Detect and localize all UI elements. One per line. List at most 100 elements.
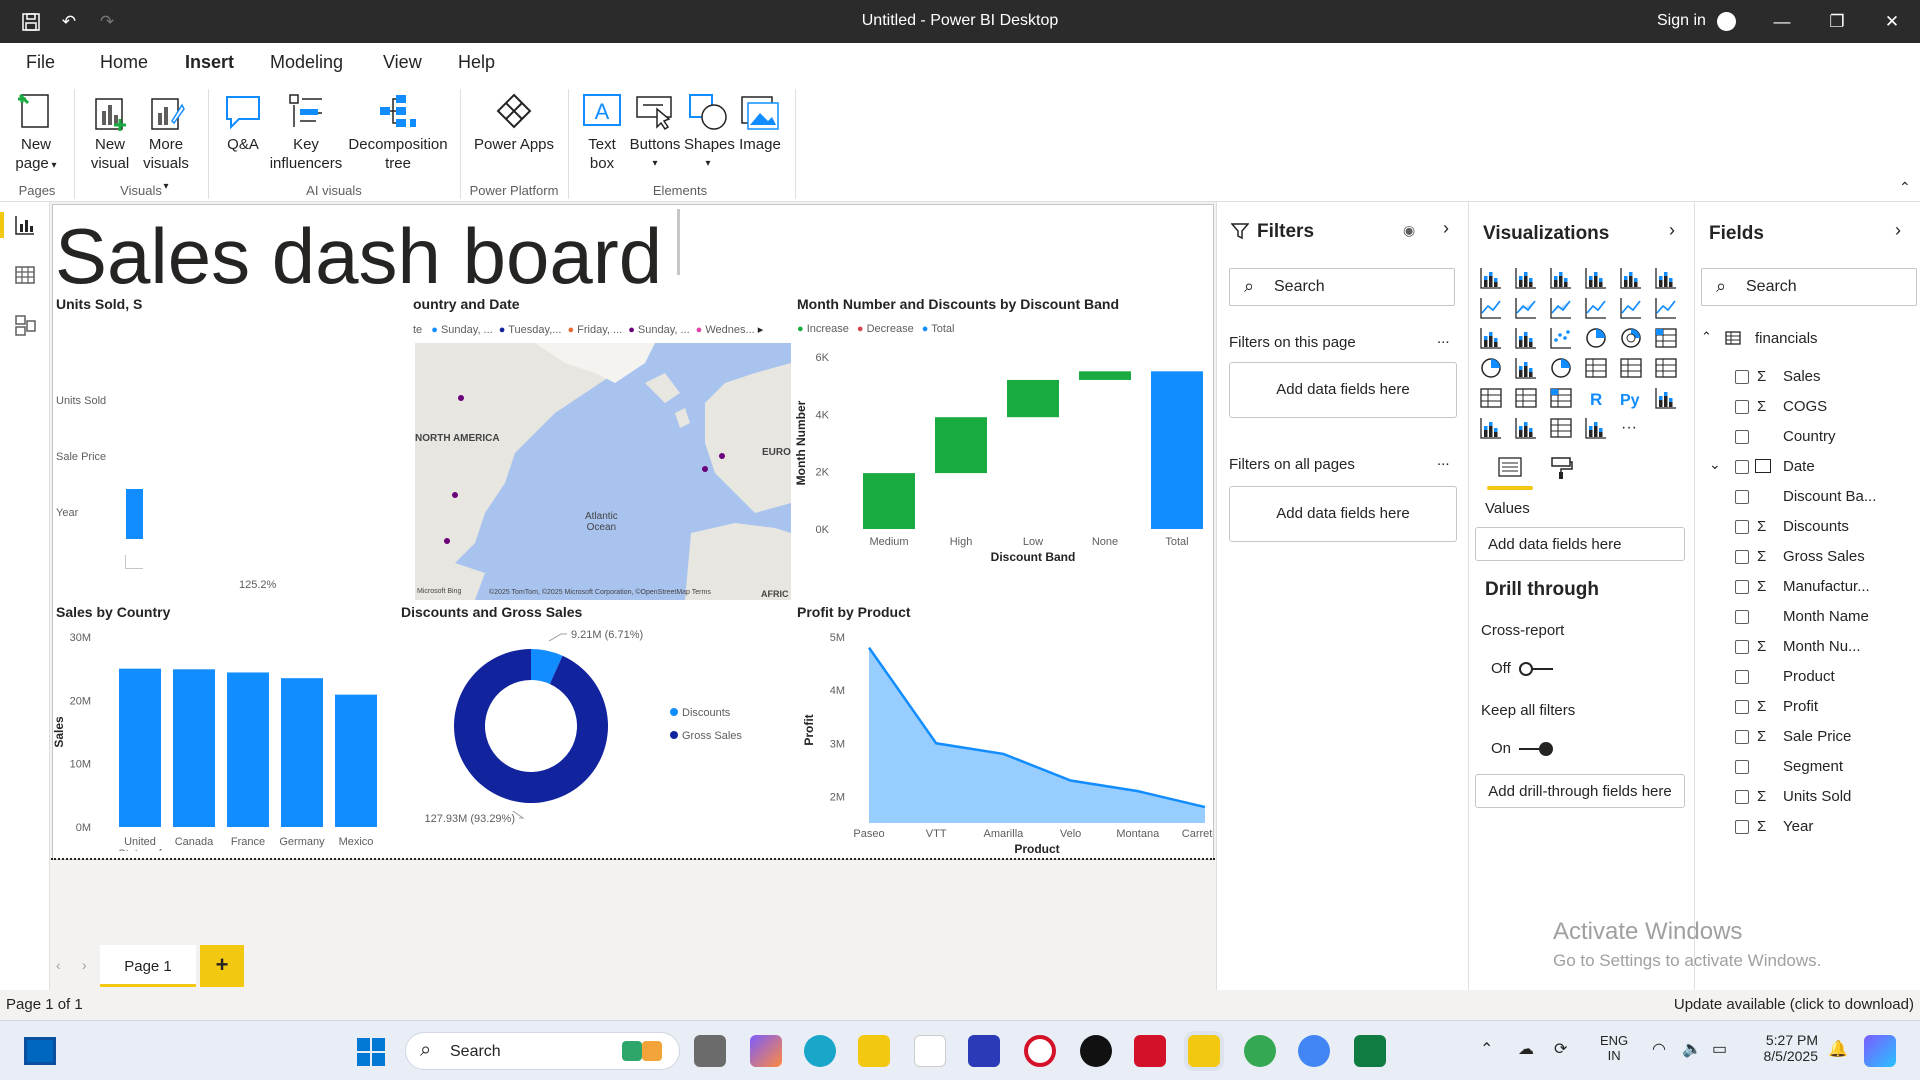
field-checkbox[interactable] [1735,490,1749,504]
image-button[interactable]: Image [736,91,784,154]
clustered-column-icon[interactable] [1584,266,1610,292]
field-checkbox[interactable] [1735,430,1749,444]
ribbon-icon[interactable] [1654,296,1680,322]
shapes-button[interactable]: Shapes ▾ [684,91,735,173]
tab-prev-icon[interactable]: ‹ [56,957,61,973]
clock[interactable]: 5:27 PM 8/5/2025 [1744,1032,1819,1064]
waterfall-icon[interactable] [1479,326,1505,352]
fields-search-input[interactable]: ⌕ Search [1701,268,1917,306]
opera-icon[interactable] [1024,1035,1056,1067]
model-view-icon[interactable] [14,314,36,341]
field-checkbox[interactable] [1735,730,1749,744]
waterfall-bar-total[interactable] [1151,371,1203,529]
waterfall-chart[interactable]: 0K 2K 4K 6K Medium High Low None Total Discount B… [793,339,1213,569]
task-view-icon[interactable] [694,1035,726,1067]
clustered-bar-icon[interactable] [1549,266,1575,292]
keep-filters-toggle[interactable] [1517,740,1553,758]
bar-france[interactable] [227,672,269,827]
sign-in-link[interactable]: Sign in [1657,12,1706,30]
100-stacked-bar-icon[interactable] [1619,266,1645,292]
widgets-icon[interactable] [24,1037,56,1065]
wifi-icon[interactable]: ◠ [1652,1039,1666,1059]
excel-icon[interactable] [1354,1035,1386,1067]
more-icon[interactable]: ··· [1619,416,1645,442]
decomposition-tree-icon[interactable] [1479,416,1505,442]
build-visual-icon[interactable] [1497,456,1523,485]
new-visual-button[interactable]: New visual [85,91,135,173]
report-title-textbox[interactable]: Sales dash board [55,213,662,299]
onedrive-icon[interactable]: ☁ [1518,1039,1534,1059]
table-collapse-icon[interactable]: ⌃ [1701,329,1712,345]
field-checkbox[interactable] [1735,700,1749,714]
tab-page-1[interactable]: Page 1 [100,945,196,987]
waterfall-bar-medium[interactable] [863,473,915,529]
r-script-icon[interactable]: R [1584,386,1610,412]
add-page-button[interactable]: + [200,945,244,987]
expand-date-icon[interactable]: ⌄ [1709,456,1721,473]
field-checkbox[interactable] [1735,790,1749,804]
gauge-icon[interactable] [1549,356,1575,382]
field-checkbox[interactable] [1735,400,1749,414]
bar-mexico[interactable] [335,694,377,827]
table-name[interactable]: financials [1755,330,1818,347]
notification-icon[interactable]: 🔔 [1828,1039,1848,1059]
tab-home[interactable]: Home [100,52,148,73]
bar-canada[interactable] [173,669,215,827]
bar-chart[interactable]: 0M10M20M30MUnitedStates ofAmericaCanadaF… [53,621,405,851]
collapse-viz-icon[interactable]: › [1669,220,1675,241]
multi-row-card-icon[interactable] [1619,356,1645,382]
field-checkbox[interactable] [1735,610,1749,624]
table-view-icon[interactable] [14,264,36,291]
filters-page-more-icon[interactable]: ... [1437,330,1450,347]
qa-icon[interactable] [1514,416,1540,442]
format-paint-icon[interactable] [1549,456,1573,485]
map-legend-item[interactable]: ● Wednes... [696,324,755,336]
show-hidden-icons[interactable]: ⌃ [1480,1039,1493,1059]
restore-icon[interactable]: ❐ [1826,12,1848,32]
bar-united-states-of-america[interactable] [119,668,161,827]
stacked-bar-icon[interactable] [1479,266,1505,292]
close-icon[interactable]: ✕ [1881,12,1903,32]
100-stacked-column-icon[interactable] [1654,266,1680,292]
field-checkbox[interactable] [1735,670,1749,684]
field-checkbox[interactable] [1735,760,1749,774]
map-legend-item[interactable]: ● Tuesday,... [499,324,562,336]
python-icon[interactable]: Py [1619,386,1645,412]
matrix-icon[interactable] [1549,386,1575,412]
field-checkbox[interactable] [1735,580,1749,594]
kpi-icon[interactable] [1654,356,1680,382]
area-icon[interactable] [1514,296,1540,322]
collapse-ribbon-icon[interactable]: ⌃ [1899,179,1911,196]
start-icon[interactable] [356,1037,386,1072]
field-checkbox[interactable] [1735,520,1749,534]
acrobat-icon[interactable] [1134,1035,1166,1067]
collapse-filters-icon[interactable]: › [1443,218,1449,239]
funnel-icon[interactable] [1514,326,1540,352]
area-chart[interactable]: 2M 3M 4M 5M Paseo VTT Amarilla Velo Montana Carre… [793,621,1213,857]
values-dropzone[interactable]: Add data fields here [1475,527,1685,561]
donut-slice-gross-sales[interactable] [454,649,608,803]
waterfall-bar-high[interactable] [935,417,987,474]
collapse-fields-icon[interactable]: › [1895,220,1901,241]
filters-search-input[interactable]: ⌕ Search [1229,268,1455,306]
key-influencers-icon[interactable] [1654,386,1680,412]
drill-through-dropzone[interactable]: Add drill-through fields here [1475,774,1685,808]
card-icon[interactable] [1584,356,1610,382]
chrome-icon[interactable] [1244,1035,1276,1067]
language-indicator[interactable]: ENG IN [1600,1033,1628,1063]
filters-all-more-icon[interactable]: ... [1437,452,1450,469]
field-checkbox[interactable] [1735,370,1749,384]
tab-modeling[interactable]: Modeling [270,52,343,73]
text-box-button[interactable]: A Text box [580,91,624,173]
tab-help[interactable]: Help [458,52,495,73]
chrome-profile-icon[interactable] [1298,1035,1330,1067]
update-available-link[interactable]: Update available (click to download) [1674,996,1914,1013]
power-apps-icon[interactable] [1584,416,1610,442]
waterfall-legend-item[interactable]: ● Decrease [857,323,914,335]
power-apps-button[interactable]: Power Apps [470,91,558,154]
map-legend-item[interactable]: ● Friday, ... [567,324,622,336]
microsoft-store-icon[interactable] [914,1035,946,1067]
waterfall-bar-low[interactable] [1007,379,1059,418]
map-legend-item[interactable]: ● Sunday, ... [628,324,689,336]
map-legend-item[interactable]: ● Sunday, ... [431,324,492,336]
